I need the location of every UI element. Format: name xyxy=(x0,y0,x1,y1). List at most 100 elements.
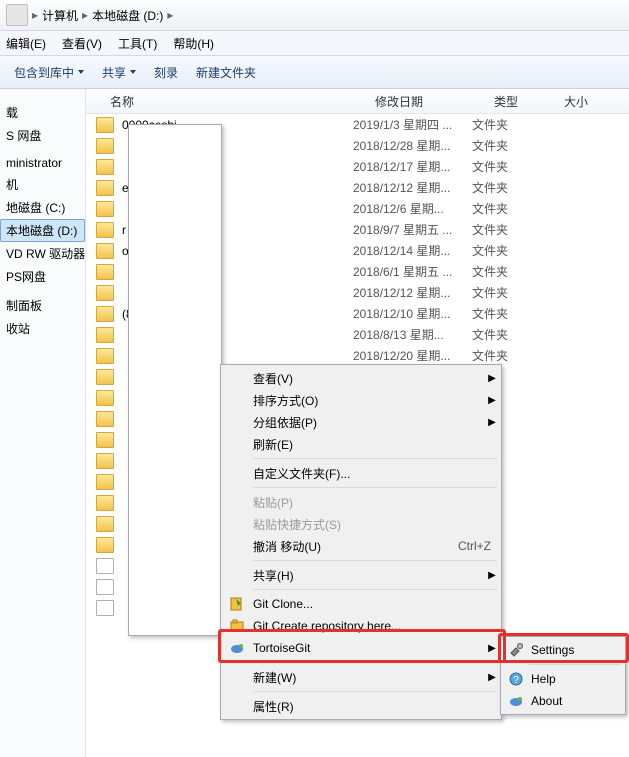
folder-icon xyxy=(96,516,114,532)
folder-icon xyxy=(96,537,114,553)
ctx-paste-shortcut: 粘贴快捷方式(S) xyxy=(223,513,499,535)
ctx-group[interactable]: 分组依据(P)▶ xyxy=(223,411,499,433)
ctx-undo[interactable]: 撤消 移动(U)Ctrl+Z xyxy=(223,535,499,557)
folder-icon xyxy=(96,222,114,238)
menu-edit[interactable]: 编辑(E) xyxy=(4,34,48,53)
ctx-paste: 粘贴(P) xyxy=(223,491,499,513)
file-type: 文件夹 xyxy=(472,179,542,196)
breadcrumb-drive[interactable]: 本地磁盘 (D:) xyxy=(92,7,163,24)
sidebar-item[interactable]: VD RW 驱动器 ( xyxy=(0,242,85,265)
col-name[interactable]: 名称 xyxy=(86,93,375,110)
folder-icon xyxy=(96,411,114,427)
file-date: 2018/12/12 星期... xyxy=(353,284,472,301)
chevron-right-icon: ▸ xyxy=(82,8,88,22)
menu-bar: 编辑(E) 查看(V) 工具(T) 帮助(H) xyxy=(0,31,629,56)
sidebar-item[interactable]: 制面板 xyxy=(0,294,85,317)
file-icon xyxy=(96,558,114,574)
ctx-properties[interactable]: 属性(R) xyxy=(223,695,499,717)
file-date: 2018/12/17 星期... xyxy=(353,158,472,175)
ctx-view[interactable]: 查看(V)▶ xyxy=(223,367,499,389)
file-type: 文件夹 xyxy=(472,242,542,259)
folder-icon xyxy=(96,180,114,196)
folder-icon xyxy=(96,432,114,448)
menu-tool[interactable]: 工具(T) xyxy=(116,34,159,53)
chevron-right-icon: ▸ xyxy=(32,8,38,22)
about-icon xyxy=(508,693,524,709)
ctx-tortoisegit[interactable]: TortoiseGit▶ xyxy=(223,637,499,659)
chevron-down-icon xyxy=(78,70,84,74)
file-date: 2018/9/7 星期五 ... xyxy=(353,221,472,238)
help-icon: ? xyxy=(508,671,524,687)
context-submenu-tortoisegit: Settings ?Help About xyxy=(500,636,626,715)
ctx-git-create[interactable]: Git Create repository here... xyxy=(223,615,499,637)
sidebar-item[interactable]: ministrator xyxy=(0,153,85,173)
toolbar-newfolder[interactable]: 新建文件夹 xyxy=(196,64,256,81)
ctx-settings[interactable]: Settings xyxy=(503,639,623,661)
toolbar-share[interactable]: 共享 xyxy=(102,64,136,81)
menu-view[interactable]: 查看(V) xyxy=(60,34,104,53)
ctx-git-clone[interactable]: Git Clone... xyxy=(223,593,499,615)
folder-icon xyxy=(96,117,114,133)
toolbar-burn[interactable]: 刻录 xyxy=(154,64,178,81)
folder-icon xyxy=(96,495,114,511)
folder-icon xyxy=(96,369,114,385)
folder-icon xyxy=(96,327,114,343)
folder-icon xyxy=(96,201,114,217)
folder-icon xyxy=(96,264,114,280)
file-icon xyxy=(96,579,114,595)
sidebar-item[interactable]: PS网盘 xyxy=(0,265,85,288)
folder-icon xyxy=(96,138,114,154)
drive-icon xyxy=(6,4,28,26)
chevron-right-icon: ▶ xyxy=(485,570,499,581)
chevron-right-icon: ▶ xyxy=(485,373,499,384)
sidebar-item[interactable]: S 网盘 xyxy=(0,124,85,147)
file-date: 2018/12/28 星期... xyxy=(353,137,472,154)
col-type[interactable]: 类型 xyxy=(494,93,564,110)
folder-icon xyxy=(96,159,114,175)
file-type: 文件夹 xyxy=(472,116,542,133)
folder-icon xyxy=(96,348,114,364)
chevron-right-icon: ▶ xyxy=(485,417,499,428)
ctx-customize[interactable]: 自定义文件夹(F)... xyxy=(223,462,499,484)
folder-icon xyxy=(96,390,114,406)
file-date: 2018/12/14 星期... xyxy=(353,242,472,259)
sidebar-item[interactable]: 载 xyxy=(0,101,85,124)
file-type: 文件夹 xyxy=(472,305,542,322)
file-type: 文件夹 xyxy=(472,137,542,154)
toolbar-include[interactable]: 包含到库中 xyxy=(14,64,84,81)
chevron-right-icon: ▶ xyxy=(485,672,499,683)
col-size[interactable]: 大小 xyxy=(564,93,629,110)
file-type: 文件夹 xyxy=(472,326,542,343)
folder-icon xyxy=(96,474,114,490)
file-type: 文件夹 xyxy=(472,158,542,175)
file-date: 2018/6/1 星期五 ... xyxy=(353,263,472,280)
folder-icon xyxy=(96,243,114,259)
chevron-right-icon: ▶ xyxy=(485,395,499,406)
context-menu: 查看(V)▶ 排序方式(O)▶ 分组依据(P)▶ 刷新(E) 自定义文件夹(F)… xyxy=(220,364,502,720)
sidebar-item[interactable]: 地磁盘 (C:) xyxy=(0,196,85,219)
ctx-sort[interactable]: 排序方式(O)▶ xyxy=(223,389,499,411)
svg-text:?: ? xyxy=(513,675,519,686)
file-date: 2018/12/10 星期... xyxy=(353,305,472,322)
file-date: 2018/12/6 星期... xyxy=(353,200,472,217)
file-icon xyxy=(96,600,114,616)
ctx-about[interactable]: About xyxy=(503,690,623,712)
sidebar-item[interactable]: 本地磁盘 (D:) xyxy=(0,219,85,242)
tortoisegit-icon xyxy=(229,640,245,656)
col-date[interactable]: 修改日期 xyxy=(375,93,494,110)
file-date: 2018/12/12 星期... xyxy=(353,179,472,196)
breadcrumb-computer[interactable]: 计算机 xyxy=(42,7,78,24)
ctx-help[interactable]: ?Help xyxy=(503,668,623,690)
folder-icon xyxy=(96,453,114,469)
ctx-share[interactable]: 共享(H)▶ xyxy=(223,564,499,586)
git-clone-icon xyxy=(229,596,245,612)
ctx-new[interactable]: 新建(W)▶ xyxy=(223,666,499,688)
settings-icon xyxy=(508,642,524,658)
folder-icon xyxy=(96,306,114,322)
ctx-refresh[interactable]: 刷新(E) xyxy=(223,433,499,455)
sidebar-item[interactable]: 收站 xyxy=(0,317,85,340)
sidebar-item[interactable]: 机 xyxy=(0,173,85,196)
menu-help[interactable]: 帮助(H) xyxy=(171,34,216,53)
context-overlay xyxy=(128,124,222,636)
file-type: 文件夹 xyxy=(472,284,542,301)
